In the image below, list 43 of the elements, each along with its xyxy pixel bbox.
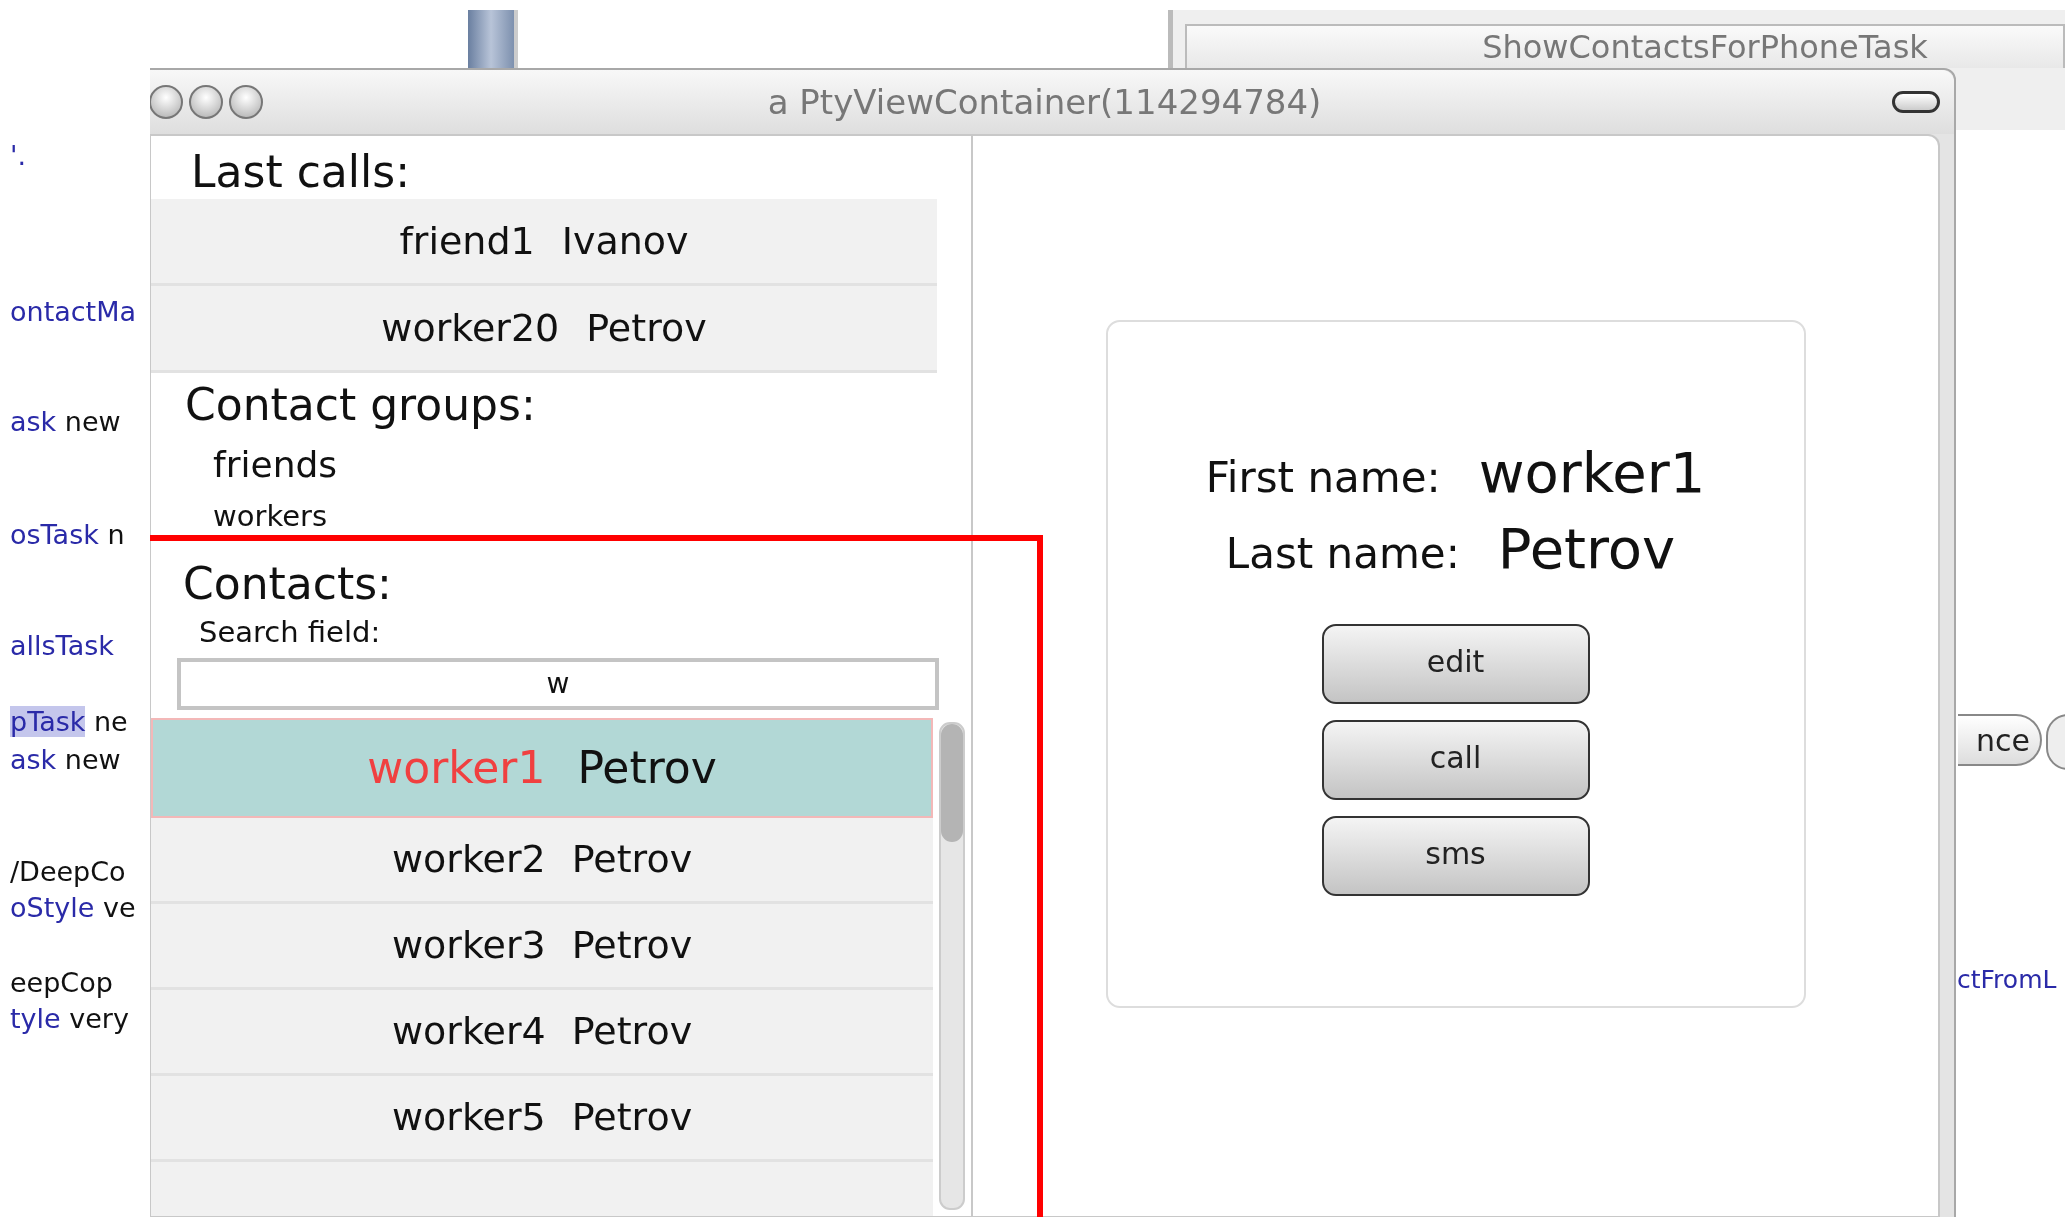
- window-title: ShowContactsForPhoneTask: [1185, 24, 2065, 68]
- contact-item[interactable]: worker5 Petrov: [151, 1075, 934, 1162]
- code-line: osTask n: [10, 519, 125, 550]
- toolbar-toggle-icon[interactable]: [1892, 91, 1940, 113]
- window-control-icon[interactable]: [149, 85, 183, 119]
- field-label: First name:: [1205, 453, 1441, 502]
- action-button[interactable]: sms: [1321, 816, 1590, 896]
- section-heading: Contact groups:: [185, 378, 536, 432]
- contact-item[interactable]: worker2 Petrov: [151, 817, 934, 904]
- window-control-icon[interactable]: [229, 85, 263, 119]
- code-line: /DeepCo: [10, 856, 126, 887]
- code-line: pTask ne: [10, 706, 128, 737]
- contact-item[interactable]: worker1 Petrov: [151, 717, 934, 818]
- code-line: ontactMa: [10, 296, 137, 327]
- search-label: Search field:: [199, 614, 381, 650]
- contact-item[interactable]: worker4 Petrov: [151, 989, 934, 1076]
- code-line: oStyle ve: [10, 892, 136, 923]
- code-line: ctFromL: [1957, 965, 2057, 994]
- code-line: tyle very: [10, 1003, 129, 1034]
- background-panel: [468, 10, 518, 70]
- field-label: Last name:: [1225, 529, 1460, 578]
- contact-item[interactable]: worker3 Petrov: [151, 903, 934, 990]
- code-line: '.: [10, 140, 26, 171]
- field-value: worker1: [1478, 440, 1706, 505]
- last-call-item[interactable]: friend1 Ivanov: [151, 198, 937, 286]
- section-heading: Contacts:: [183, 558, 392, 611]
- search-field[interactable]: w: [177, 657, 939, 710]
- field-value: Petrov: [1497, 516, 1676, 581]
- code-line: ask new: [10, 406, 121, 437]
- window-control-icon[interactable]: [189, 85, 223, 119]
- section-heading: Last calls:: [191, 146, 410, 199]
- code-line: ask new: [10, 744, 121, 775]
- group-item[interactable]: friends: [213, 441, 338, 489]
- group-item[interactable]: workers: [213, 498, 328, 537]
- action-button[interactable]: call: [1321, 720, 1590, 800]
- code-line: allsTask: [10, 630, 114, 661]
- action-button[interactable]: edit: [1321, 624, 1590, 704]
- scrollbar-track[interactable]: [939, 721, 965, 1210]
- window-title: a PtyViewContainer(114294784): [767, 82, 1322, 122]
- background-button[interactable]: nce: [1958, 714, 2042, 766]
- code-line: eepCop: [10, 967, 113, 998]
- last-call-item[interactable]: worker20 Petrov: [151, 285, 937, 373]
- scrollbar-thumb[interactable]: [941, 723, 963, 842]
